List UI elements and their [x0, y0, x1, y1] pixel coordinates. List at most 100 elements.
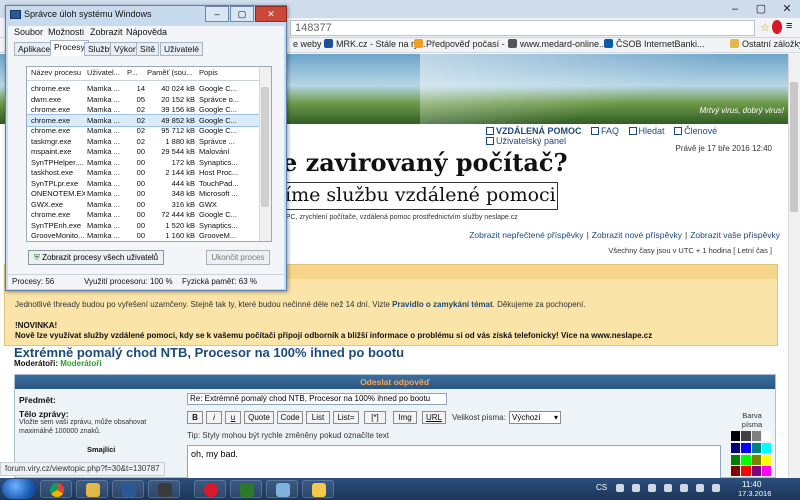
- bookmark-medard[interactable]: www.medard-online...: [508, 39, 607, 49]
- color-swatch[interactable]: [731, 454, 741, 465]
- link-new-posts[interactable]: Zobrazit nové příspěvky: [592, 230, 682, 240]
- process-row[interactable]: taskmgr.exe Mamka ... 02 1 880 kB Správce ..…: [27, 136, 259, 147]
- message-textarea[interactable]: oh, my bad.: [187, 445, 721, 478]
- process-row[interactable]: dwm.exe Mamka ... 05 20 152 kB Správce o...: [27, 94, 259, 105]
- taskbar-paint[interactable]: [302, 480, 334, 498]
- color-swatch[interactable]: [751, 431, 761, 441]
- topic-title[interactable]: Extrémně pomalý chod NTB, Procesor na 10…: [14, 345, 404, 360]
- taskbar-taskmanager[interactable]: [230, 480, 262, 498]
- color-swatch[interactable]: [731, 466, 741, 477]
- nav-faq[interactable]: FAQ: [591, 126, 619, 136]
- lock-rules-link[interactable]: Pravidlo o zamykání témat: [392, 300, 492, 309]
- process-list-scroll-thumb[interactable]: [261, 87, 269, 207]
- process-row[interactable]: SynTPLpr.exe Mamka ... 00 444 kB TouchPad...: [27, 178, 259, 189]
- tray-volume-icon[interactable]: [712, 484, 720, 492]
- tm-close-icon[interactable]: ✕: [255, 6, 287, 22]
- tray-app-icon[interactable]: [632, 484, 640, 492]
- process-row[interactable]: GWX.exe Mamka ... 00 316 kB GWX: [27, 199, 259, 210]
- menu-view[interactable]: Zobrazit: [90, 27, 123, 37]
- process-row[interactable]: ONENOTEM.EXEMamka ... 00 348 kB Microsoft .…: [27, 188, 259, 199]
- menu-help[interactable]: Nápověda: [126, 27, 167, 37]
- color-swatch[interactable]: [761, 466, 771, 477]
- image-button[interactable]: Img: [393, 411, 417, 424]
- taskbar-chrome[interactable]: [40, 480, 72, 498]
- process-row[interactable]: chrome.exe Mamka ... 02 95 712 kB Google C..…: [27, 125, 259, 136]
- link-unread-posts[interactable]: Zobrazit nepřečtené příspěvky: [469, 230, 583, 240]
- bookmark-csob[interactable]: ČSOB InternetBanki...: [604, 39, 705, 49]
- minimize-icon[interactable]: –: [722, 0, 748, 18]
- menu-icon[interactable]: ≡: [786, 20, 792, 32]
- bookmark-mrk[interactable]: MRK.cz - Stále na ry...: [324, 39, 425, 49]
- opera-icon[interactable]: [772, 20, 782, 34]
- nav-remote-help[interactable]: VZDÁLENÁ POMOC: [486, 126, 582, 136]
- process-list[interactable]: Název procesu Uživatel... P... Paměť (so…: [26, 66, 272, 242]
- start-button[interactable]: [2, 479, 36, 499]
- nav-search[interactable]: Hledat: [628, 126, 665, 136]
- taskbar-app[interactable]: [266, 480, 298, 498]
- tm-minimize-icon[interactable]: –: [205, 6, 229, 22]
- process-row[interactable]: chrome.exe Mamka ... 02 39 156 kB Google C..…: [27, 104, 259, 115]
- url-input[interactable]: 148377: [290, 20, 755, 36]
- menu-options[interactable]: Možnosti: [48, 27, 84, 37]
- process-row[interactable]: chrome.exe Mamka ... 14 40 024 kB Google C..…: [27, 83, 259, 94]
- tray-battery-icon[interactable]: [680, 484, 688, 492]
- color-swatch[interactable]: [761, 454, 771, 465]
- process-row[interactable]: mspaint.exe Mamka ... 00 29 544 kB Malování: [27, 146, 259, 157]
- moderators-link[interactable]: Moderátoři: [60, 359, 101, 368]
- column-user[interactable]: Uživatel...: [87, 68, 123, 77]
- tray-arrow-icon[interactable]: [616, 484, 624, 492]
- tray-security-icon[interactable]: [648, 484, 656, 492]
- tray-flag-icon[interactable]: [664, 484, 672, 492]
- font-size-select[interactable]: Výchozí ▾: [509, 411, 561, 424]
- bookmark-other[interactable]: Ostatní záložky: [730, 39, 800, 49]
- column-cpu[interactable]: P...: [127, 68, 145, 77]
- color-swatch[interactable]: [741, 442, 751, 453]
- taskbar-word[interactable]: [112, 480, 144, 498]
- url-button[interactable]: URL: [422, 411, 446, 424]
- process-row[interactable]: SynTPHelper.... Mamka ... 00 172 kB Synaptic…: [27, 157, 259, 168]
- maximize-icon[interactable]: ▢: [748, 0, 774, 18]
- ordered-list-button[interactable]: List=: [333, 411, 359, 424]
- taskbar-opera[interactable]: [194, 480, 226, 498]
- bookmark-weather[interactable]: Předpověď počasí - ...: [414, 39, 515, 49]
- italic-button[interactable]: i: [206, 411, 222, 424]
- tab-processes[interactable]: Procesy: [50, 40, 89, 56]
- color-swatch[interactable]: [731, 431, 741, 441]
- color-swatch[interactable]: [761, 431, 771, 441]
- tab-users[interactable]: Uživatelé: [160, 42, 203, 56]
- color-palette[interactable]: [731, 431, 771, 477]
- process-row[interactable]: GrooveMonito... Mamka ... 00 1 160 kB Groove…: [27, 230, 259, 241]
- language-indicator[interactable]: CS: [596, 483, 607, 492]
- list-item-button[interactable]: [*]: [364, 411, 386, 424]
- process-row[interactable]: SynTPEnh.exe Mamka ... 00 1 520 kB Synaptics…: [27, 220, 259, 231]
- end-process-button[interactable]: Ukončit proces: [206, 250, 270, 265]
- menu-file[interactable]: Soubor: [14, 27, 43, 37]
- bookmark-weby[interactable]: e weby: [293, 39, 322, 49]
- tab-applications[interactable]: Aplikace: [14, 42, 55, 56]
- list-button[interactable]: List: [306, 411, 330, 424]
- bold-button[interactable]: B: [187, 411, 203, 424]
- close-icon[interactable]: ✕: [774, 0, 800, 18]
- taskbar-media[interactable]: [148, 480, 180, 498]
- subject-input[interactable]: Re: Extrémně pomalý chod NTB, Procesor n…: [187, 393, 447, 405]
- color-swatch[interactable]: [761, 442, 771, 453]
- column-process-name[interactable]: Název procesu: [31, 68, 85, 77]
- process-row[interactable]: chrome.exe Mamka ... 00 72 444 kB Google C..…: [27, 209, 259, 220]
- taskbar-explorer[interactable]: [76, 480, 108, 498]
- tm-maximize-icon[interactable]: ▢: [230, 6, 254, 22]
- quote-button[interactable]: Quote: [244, 411, 274, 424]
- process-row[interactable]: taskhost.exe Mamka ... 00 2 144 kB Host Proc…: [27, 167, 259, 178]
- color-swatch[interactable]: [741, 454, 751, 465]
- underline-button[interactable]: u: [225, 411, 241, 424]
- show-all-processes-button[interactable]: ⛨ Zobrazit procesy všech uživatelů: [28, 250, 164, 265]
- color-swatch[interactable]: [741, 466, 751, 477]
- tab-network[interactable]: Sítě: [136, 42, 160, 56]
- star-icon[interactable]: ☆: [760, 21, 770, 34]
- clock-time[interactable]: 11:40: [742, 480, 761, 489]
- link-own-posts[interactable]: Zobrazit vaše příspěvky: [690, 230, 780, 240]
- nav-members[interactable]: Členové: [674, 126, 717, 136]
- code-button[interactable]: Code: [277, 411, 303, 424]
- column-description[interactable]: Popis: [199, 68, 255, 77]
- color-swatch[interactable]: [751, 454, 761, 465]
- color-swatch[interactable]: [751, 466, 761, 477]
